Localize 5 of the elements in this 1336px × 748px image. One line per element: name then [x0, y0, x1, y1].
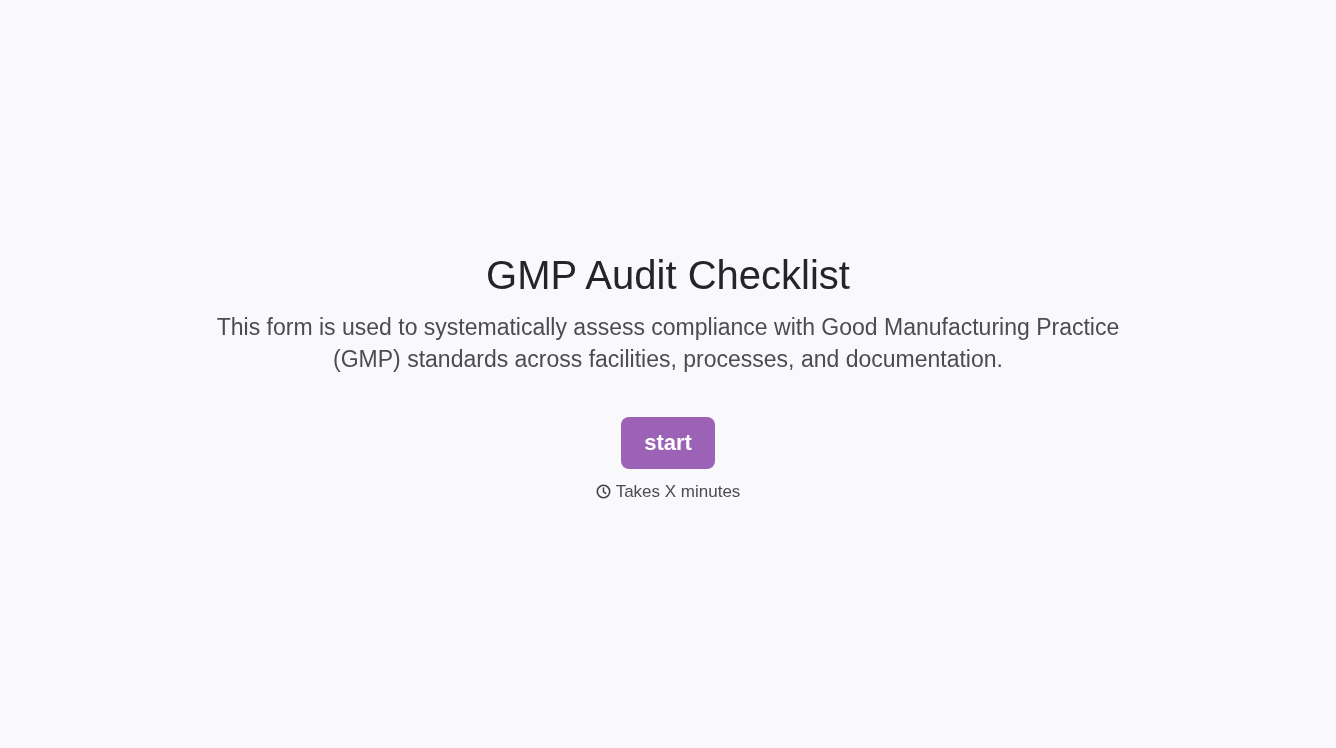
- start-button[interactable]: start: [621, 416, 715, 469]
- form-description: This form is used to systematically assess compliance with Good Manufacturing Practice (GMP) standards across facilities, processes, and documentation.: [215, 312, 1121, 374]
- clock-icon: [595, 484, 611, 499]
- duration-text: Takes X minutes: [615, 481, 741, 502]
- form-title: GMP Audit Checklist: [486, 251, 850, 299]
